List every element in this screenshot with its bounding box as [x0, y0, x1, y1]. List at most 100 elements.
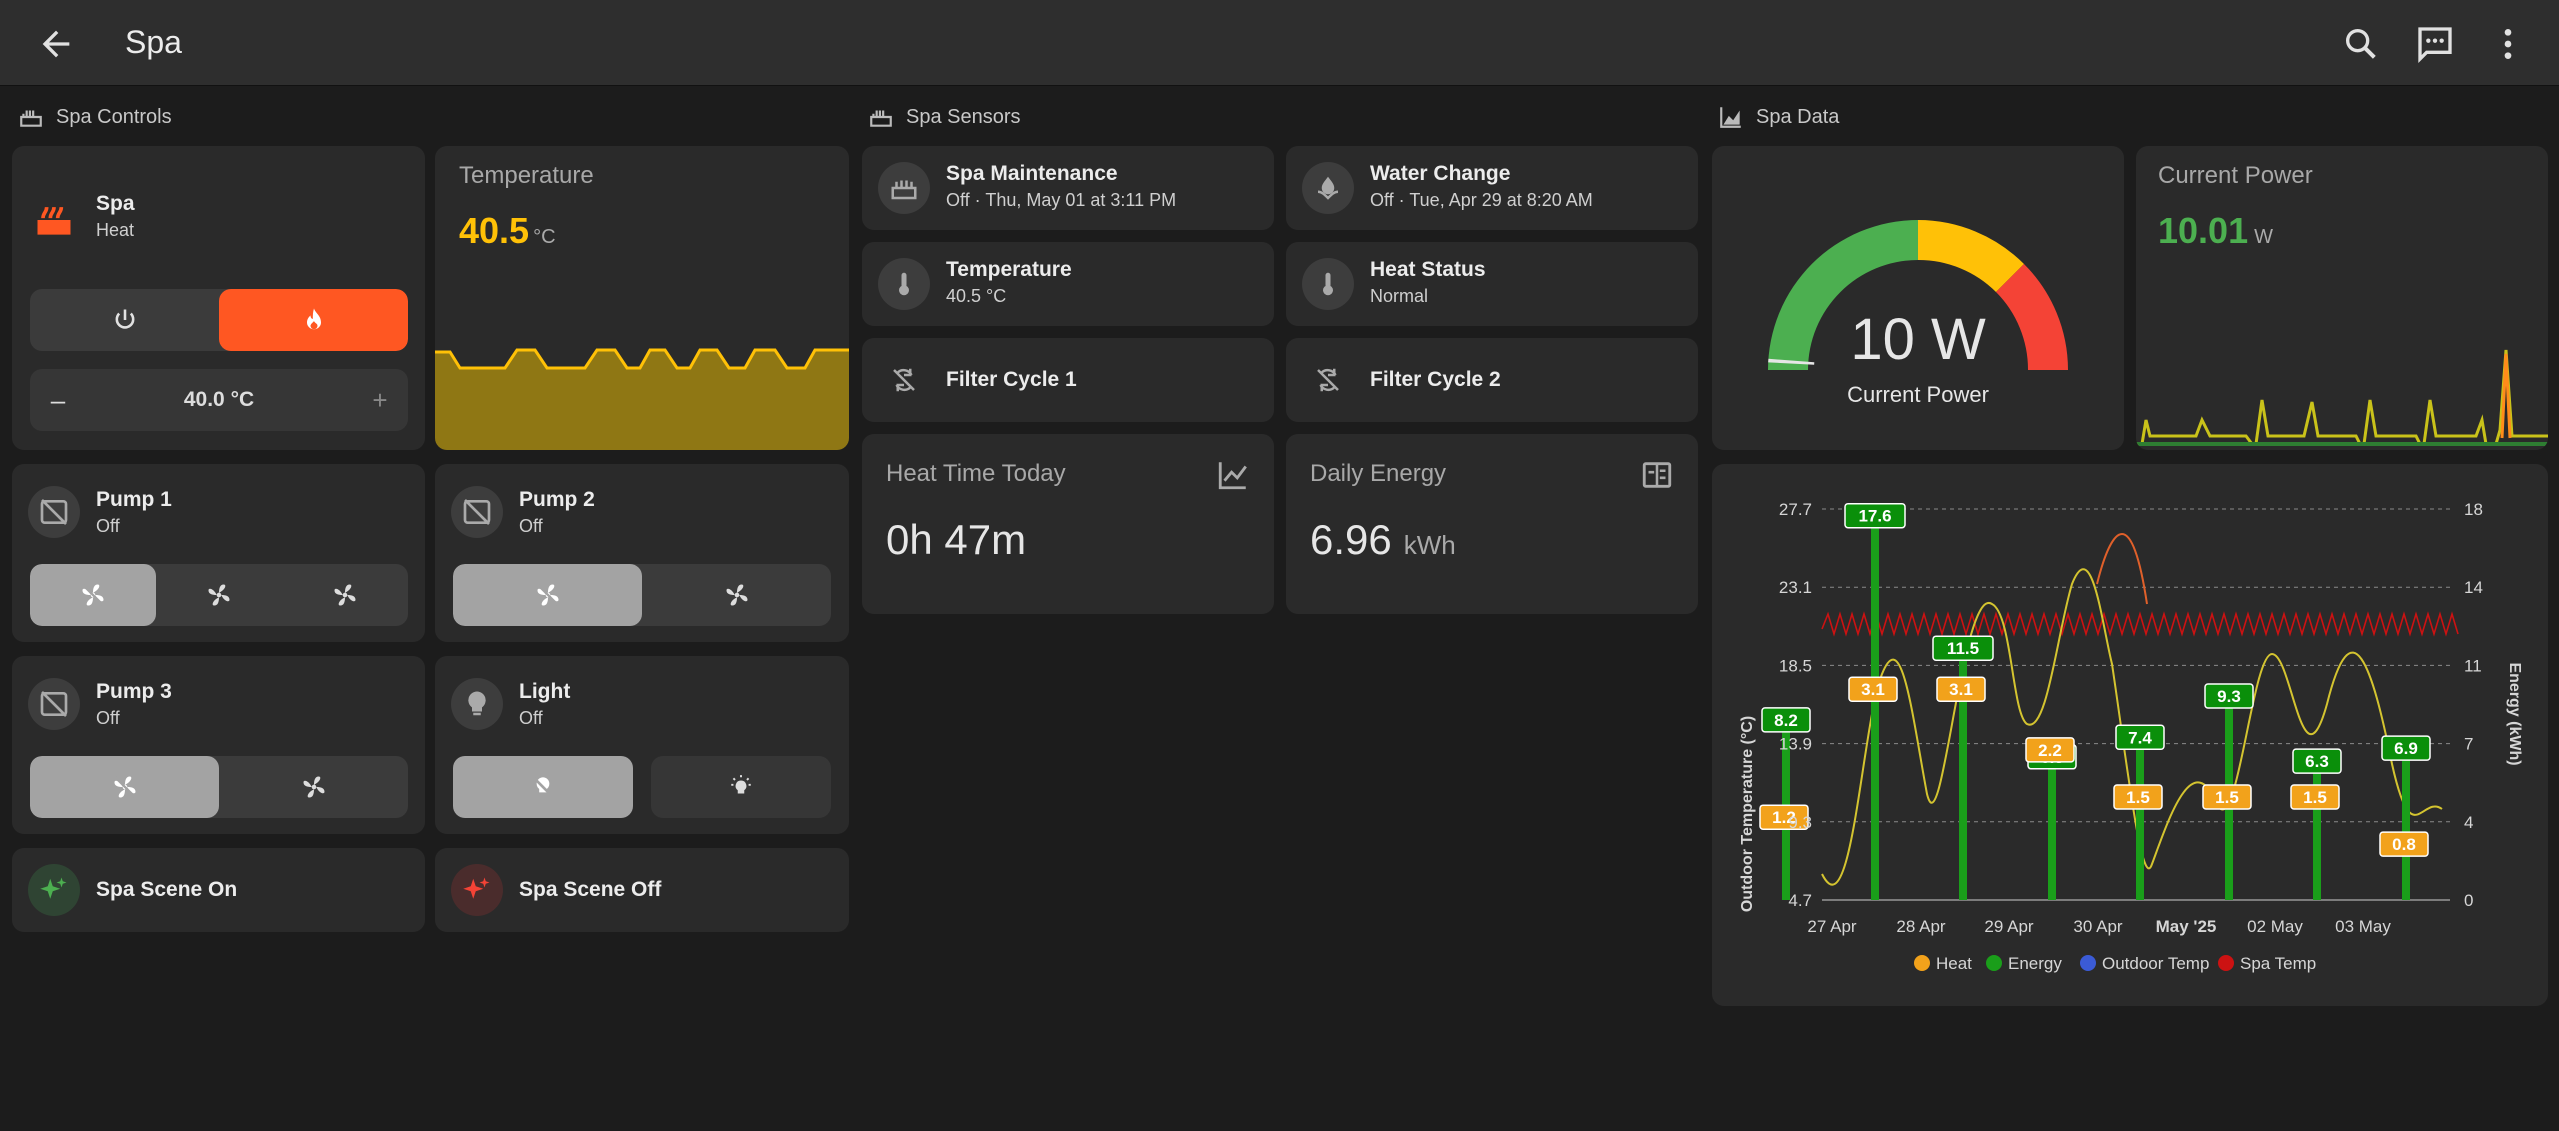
search-button[interactable] — [2341, 24, 2381, 64]
power-sparkline — [2136, 349, 2548, 446]
water-change-state: Off · Tue, Apr 29 at 8:20 AM — [1370, 190, 1593, 210]
temperature-sensor-state: 40.5 °C — [946, 286, 1007, 306]
current-power-card[interactable]: Current Power 10.01 W — [2136, 146, 2548, 450]
daily-energy-unit: kWh — [1403, 530, 1456, 560]
pump-2-card: Pump 2 Off — [435, 464, 849, 642]
svg-text:3.1: 3.1 — [1949, 680, 1973, 699]
assist-button[interactable] — [2415, 24, 2455, 64]
water-drop-icon — [1317, 176, 1339, 200]
heat-status-name: Heat Status — [1370, 258, 1486, 281]
section-spa-sensors: Spa Sensors — [868, 100, 1021, 134]
temperature-sensor-tile[interactable]: Temperature 40.5 °C — [862, 242, 1274, 326]
heat-status-state: Normal — [1370, 286, 1429, 306]
y-left-tick-label: 27.7 — [1779, 500, 1812, 519]
lightbulb-icon — [468, 691, 486, 716]
water-change-tile[interactable]: Water Change Off · Tue, Apr 29 at 8:20 A… — [1286, 146, 1698, 230]
scene-off-icon — [451, 864, 503, 916]
energy-data-label: 17.6 — [1844, 502, 1906, 529]
spa-scene-on-button[interactable]: Spa Scene On — [12, 848, 425, 932]
scene-off-label: Spa Scene Off — [519, 878, 662, 901]
legend-label: Energy — [2008, 954, 2062, 973]
light-on-button[interactable] — [651, 756, 831, 818]
water-change-name: Water Change — [1370, 162, 1511, 185]
pump-3-on-button[interactable] — [219, 756, 408, 818]
more-vertical-icon — [2504, 29, 2512, 59]
maintenance-state: Off · Thu, May 01 at 3:11 PM — [946, 190, 1177, 210]
heat-time-today-card[interactable]: Heat Time Today 0h 47m — [862, 434, 1274, 614]
heat-time-title: Heat Time Today — [886, 460, 1066, 487]
gauge-value: 10 W — [1850, 307, 1986, 372]
heat-status-tile[interactable]: Heat Status Normal — [1286, 242, 1698, 326]
hot-tub-icon — [891, 180, 917, 200]
hot-tub-icon — [20, 110, 42, 127]
x-tick-label: 28 Apr — [1896, 917, 1945, 936]
arrow-left-icon — [42, 30, 70, 58]
pump-3-icon — [28, 678, 80, 730]
y-right-tick-label: 14 — [2464, 578, 2483, 597]
setpoint-value: 40.0 °C — [183, 388, 255, 411]
svg-text:17.6: 17.6 — [1858, 507, 1891, 526]
filter-cycle-1-tile[interactable]: Filter Cycle 1 — [862, 338, 1274, 422]
pump-3-card: Pump 3 Off — [12, 656, 425, 834]
x-tick-label: 03 May — [2335, 917, 2391, 936]
legend-marker — [2080, 955, 2096, 971]
current-power-value: 10.01 — [2158, 210, 2249, 251]
mode-heat-button[interactable] — [219, 289, 408, 351]
gauge-label: Current Power — [1847, 382, 1989, 407]
energy-data-label: 6.9 — [2381, 735, 2431, 761]
back-button[interactable] — [36, 24, 76, 64]
pump-1-speed2-button[interactable] — [282, 564, 408, 626]
hot-tub-icon — [870, 110, 892, 127]
temperature-sparkline — [435, 348, 849, 450]
temperature-sensor-name: Temperature — [946, 258, 1072, 281]
mode-off-button[interactable] — [30, 289, 219, 351]
sparkles-icon — [463, 877, 490, 899]
heat-data-label: 1.5 — [2113, 784, 2163, 810]
temperature-graph-card[interactable]: Temperature 40.5 °C — [435, 146, 849, 450]
more-menu-button[interactable] — [2488, 24, 2528, 64]
fan-speed-1-icon — [208, 584, 230, 606]
lightbulb-off-icon — [533, 777, 553, 797]
heat-data-label: 3.1 — [1848, 676, 1898, 702]
heat-data-label: 1.5 — [2290, 784, 2340, 810]
filter-cycle-2-tile[interactable]: Filter Cycle 2 — [1286, 338, 1698, 422]
search-icon — [2346, 29, 2376, 59]
daily-energy-card[interactable]: Daily Energy 6.96 kWh — [1286, 434, 1698, 614]
pump-1-off-button[interactable] — [30, 564, 156, 626]
fan-off-icon — [40, 691, 68, 717]
decrease-temp-button[interactable]: – — [30, 369, 86, 431]
svg-text:11.5: 11.5 — [1947, 639, 1979, 658]
spa-energy-chart-card[interactable]: 8.217.611.56.57.49.36.36.91.23.13.12.21.… — [1712, 464, 2548, 1006]
section-title: Spa Sensors — [906, 105, 1021, 128]
maintenance-icon — [878, 162, 930, 214]
svg-text:1.5: 1.5 — [2303, 788, 2327, 807]
section-spa-data: Spa Data — [1718, 100, 1839, 134]
y-right-tick-label: 4 — [2464, 813, 2473, 832]
pump-2-on-button[interactable] — [642, 564, 831, 626]
svg-text:8.2: 8.2 — [1774, 711, 1798, 730]
fan-icon — [726, 584, 747, 606]
spa-maintenance-tile[interactable]: Spa Maintenance Off · Thu, May 01 at 3:1… — [862, 146, 1274, 230]
pump-1-speed-selector — [30, 564, 408, 626]
heat-data-label: 2.2 — [2025, 737, 2075, 763]
pump-1-speed1-button[interactable] — [156, 564, 282, 626]
energy-bar — [2313, 763, 2321, 900]
increase-temp-button[interactable]: + — [352, 369, 408, 431]
pump-2-off-button[interactable] — [453, 564, 642, 626]
right-axis-title: Energy (kWh) — [2506, 662, 2523, 765]
legend-label: Spa Temp — [2240, 954, 2316, 973]
svg-text:9.3: 9.3 — [2217, 687, 2241, 706]
outdoor-temp-peak-line — [2096, 533, 2148, 605]
pump-3-off-button[interactable] — [30, 756, 219, 818]
section-title: Spa Data — [1756, 105, 1840, 128]
filter-cycle-2-name: Filter Cycle 2 — [1370, 368, 1501, 391]
pump-3-state: Off — [96, 708, 120, 728]
fan-speed-2-icon — [334, 584, 356, 606]
light-off-button[interactable] — [453, 756, 633, 818]
light-card: Light Off — [435, 656, 849, 834]
spa-scene-off-button[interactable]: Spa Scene Off — [435, 848, 849, 932]
current-power-gauge-card[interactable]: 10 W Current Power — [1712, 146, 2124, 450]
spa-temp-line — [1821, 611, 2459, 637]
lightbulb-on-icon — [731, 775, 751, 794]
pump-1-icon — [28, 486, 80, 538]
